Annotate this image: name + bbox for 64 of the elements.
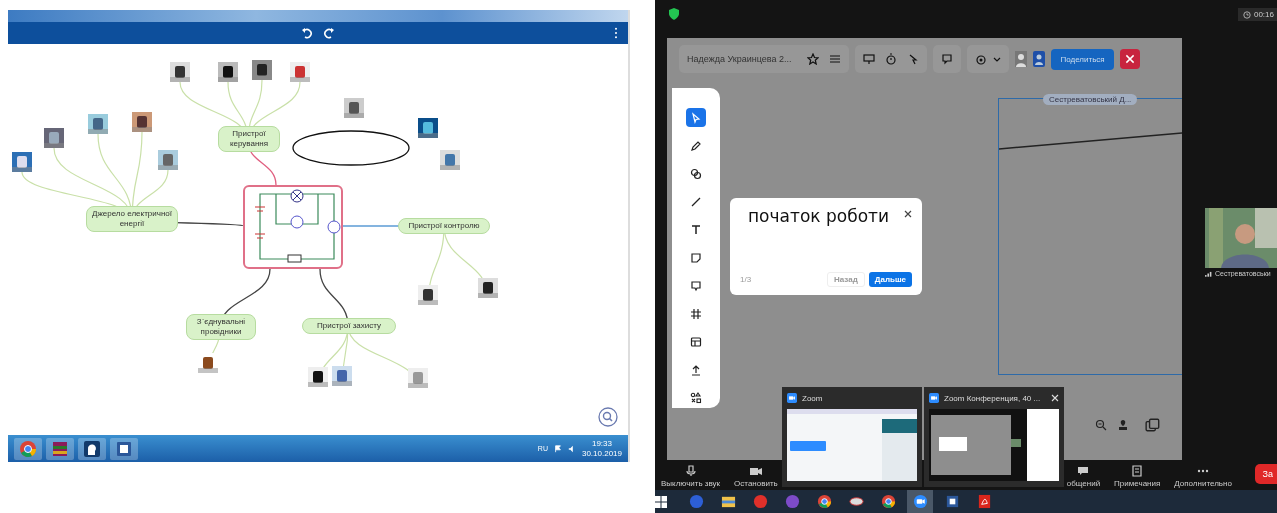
document-icon[interactable]: [110, 437, 138, 460]
star-icon[interactable]: [807, 53, 820, 65]
presentation-icon[interactable]: [863, 53, 876, 65]
next-button[interactable]: Дальше: [868, 272, 912, 287]
pdf-icon[interactable]: [976, 494, 992, 509]
pages-icon[interactable]: [1145, 418, 1161, 432]
chrome-icon[interactable]: [880, 494, 896, 509]
cursor-icon[interactable]: [907, 53, 920, 65]
reaction-icon[interactable]: [975, 53, 988, 65]
window-preview[interactable]: Zoom Конференция, 40 ...: [924, 387, 1064, 487]
caret-icon[interactable]: [993, 55, 1002, 63]
shield-icon[interactable]: [669, 8, 679, 20]
document-icon[interactable]: [944, 494, 960, 509]
topic-node[interactable]: Пристрої захисту: [302, 318, 396, 334]
close-button[interactable]: [1119, 49, 1140, 69]
clock-icon: [1242, 10, 1251, 19]
zoom-icon[interactable]: [1095, 419, 1107, 431]
zoom-icon[interactable]: [598, 407, 618, 427]
avatar-icon[interactable]: [1033, 51, 1046, 67]
camera-icon[interactable]: [912, 494, 928, 509]
camera-icon[interactable]: [748, 465, 763, 477]
redo-icon[interactable]: [323, 27, 335, 39]
pin-icon[interactable]: [1117, 419, 1129, 431]
clock-date: 30.10.2019: [581, 448, 622, 459]
avatar-icon[interactable]: [1015, 51, 1028, 67]
meeting-control[interactable]: Примечания: [1114, 465, 1161, 488]
close-icon[interactable]: [904, 210, 912, 218]
timer-text: 00:16: [1253, 10, 1274, 19]
comment-icon[interactable]: [941, 53, 954, 65]
chat-icon[interactable]: [1076, 465, 1091, 477]
camera-icon: [929, 393, 939, 403]
speaker-icon[interactable]: [567, 444, 576, 453]
meeting-control[interactable]: общений: [1066, 465, 1101, 488]
clock-time: 19:33: [590, 438, 613, 449]
chrome-icon[interactable]: [816, 494, 832, 509]
flag-icon[interactable]: [553, 444, 562, 453]
menu-icon[interactable]: [614, 27, 618, 39]
popup-text: початок роботи: [748, 206, 889, 226]
taskbar-app[interactable]: [907, 490, 933, 513]
share-button[interactable]: Поделиться: [1051, 48, 1114, 70]
meeting-control[interactable]: Выключить звук: [661, 465, 721, 488]
folder-icon[interactable]: [720, 494, 736, 509]
camera-icon: [787, 393, 797, 403]
board-title[interactable]: Надежда Украинцева 2...: [687, 54, 792, 64]
notes-icon[interactable]: [1130, 465, 1145, 477]
topic-node[interactable]: Пристрої керування: [218, 126, 280, 152]
undo-icon[interactable]: [301, 27, 313, 39]
topic-node[interactable]: З`єднувальні провідники: [186, 314, 256, 340]
signal-icon: [1205, 270, 1213, 277]
preview-title: Zoom: [802, 393, 823, 403]
meeting-control[interactable]: Дополнительно: [1174, 465, 1232, 488]
timer-icon[interactable]: [885, 53, 898, 65]
topic-node[interactable]: Джерело електричної енергії: [86, 206, 178, 232]
topic-node[interactable]: Пристрої контролю: [398, 218, 490, 234]
archive-icon[interactable]: [46, 437, 74, 460]
head-icon[interactable]: [78, 437, 106, 460]
window-preview[interactable]: Zoom: [782, 387, 922, 487]
preview-title: Zoom Конференция, 40 ...: [944, 393, 1041, 403]
step-counter: 1/3: [740, 275, 752, 284]
microphone-icon[interactable]: [683, 465, 698, 477]
frame-label[interactable]: Сестреватовський Д...: [1043, 94, 1138, 105]
meeting-control[interactable]: Остановить: [734, 465, 778, 488]
end-button[interactable]: За: [1254, 464, 1277, 484]
app-icon[interactable]: [848, 494, 864, 509]
